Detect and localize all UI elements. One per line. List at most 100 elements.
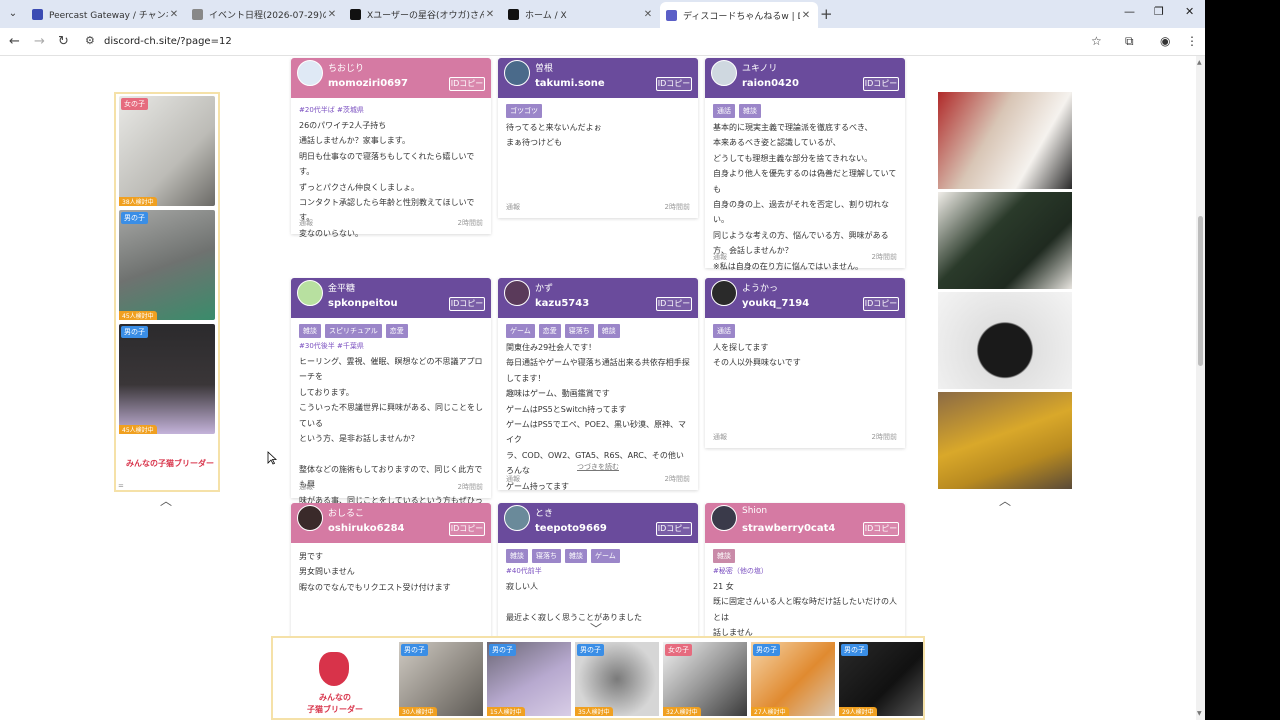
- tag[interactable]: スピリチュアル: [325, 324, 382, 338]
- tag[interactable]: 雑談: [565, 549, 587, 563]
- extensions-icon[interactable]: ⧉: [1125, 34, 1134, 49]
- report-link[interactable]: 通報: [299, 218, 313, 228]
- avatar[interactable]: [297, 280, 323, 306]
- close-icon[interactable]: ✕: [484, 9, 496, 20]
- report-link[interactable]: 通報: [506, 202, 520, 212]
- tag[interactable]: ゲーム: [591, 549, 620, 563]
- reload-icon[interactable]: ↻: [58, 34, 69, 49]
- ad-cat[interactable]: 男の子 15人検討中: [487, 642, 571, 716]
- ad-cat[interactable]: 男の子 27人検討中: [751, 642, 835, 716]
- left-ad-banner[interactable]: 女の子 38人検討中 男の子 45人検討中 男の子 45人検討中 みんなの子猫ブ…: [114, 92, 220, 492]
- report-link[interactable]: 通報: [713, 432, 727, 442]
- hashtags[interactable]: #秘密（他の塩）: [713, 565, 897, 577]
- maximize-icon[interactable]: ❐: [1154, 5, 1164, 18]
- tab-search-icon[interactable]: ⌄: [4, 5, 22, 23]
- product-photo[interactable]: [938, 192, 1072, 289]
- window-close-icon[interactable]: ✕: [1185, 5, 1194, 18]
- kebab-menu-icon[interactable]: ⋮: [1186, 34, 1198, 48]
- message-line: 趣味はゲーム、動画鑑賞です: [506, 389, 610, 399]
- profile-icon[interactable]: ◉: [1160, 34, 1170, 48]
- tag[interactable]: 通話: [713, 104, 735, 118]
- hashtags[interactable]: #30代後半 #千葉県: [299, 340, 483, 352]
- copy-id-button[interactable]: IDコピー: [656, 522, 692, 536]
- scroll-thumb[interactable]: [1198, 216, 1203, 366]
- tag[interactable]: 雑談: [506, 549, 528, 563]
- bottom-ad-banner[interactable]: みんなの 子猫ブリーダー 男の子 30人検討中 男の子 15人検討中 男の子 35人検…: [271, 636, 925, 720]
- tab-1[interactable]: イベント日程(2026-07-29)の編集 ✕: [186, 3, 344, 25]
- report-link[interactable]: 通報: [506, 474, 520, 484]
- avatar[interactable]: [504, 280, 530, 306]
- new-tab-plus-icon[interactable]: +: [820, 5, 833, 23]
- read-more-link[interactable]: つづきを読む: [498, 462, 698, 472]
- scroll-down-icon[interactable]: ▼: [1197, 710, 1202, 717]
- hashtags[interactable]: #20代半ば #茨城県: [299, 104, 483, 116]
- avatar[interactable]: [711, 280, 737, 306]
- card-header: とき teepoto9669 IDコピー: [498, 503, 698, 543]
- product-photo[interactable]: [938, 392, 1072, 489]
- tag[interactable]: 雑談: [713, 549, 735, 563]
- product-photo[interactable]: [938, 92, 1072, 189]
- tab-3[interactable]: ホーム / X ✕: [502, 3, 660, 25]
- expand-caret-icon[interactable]: ﹀: [590, 620, 602, 637]
- copy-id-button[interactable]: IDコピー: [656, 77, 692, 91]
- bookmark-star-icon[interactable]: ☆: [1091, 34, 1102, 48]
- url-field[interactable]: discord-ch.site/?page=12: [104, 36, 232, 47]
- tag[interactable]: ゴツゴツ: [506, 104, 542, 118]
- avatar[interactable]: [711, 505, 737, 531]
- message-line: [506, 594, 690, 609]
- view-badge: 32人検討中: [663, 707, 701, 716]
- copy-id-button[interactable]: IDコピー: [863, 77, 899, 91]
- scroll-up-icon[interactable]: ▲: [1197, 59, 1202, 66]
- tag[interactable]: 雑談: [299, 324, 321, 338]
- ad-cat-0[interactable]: 女の子 38人検討中: [119, 96, 215, 206]
- ad-cat[interactable]: 女の子 32人検討中: [663, 642, 747, 716]
- copy-id-button[interactable]: IDコピー: [449, 297, 485, 311]
- ad-cat[interactable]: 男の子 30人検討中: [399, 642, 483, 716]
- close-icon[interactable]: ✕: [642, 9, 654, 20]
- minimize-icon[interactable]: —: [1124, 5, 1135, 18]
- close-icon[interactable]: ✕: [168, 9, 180, 20]
- collapse-caret-icon[interactable]: ︿: [160, 492, 172, 509]
- report-link[interactable]: 通報: [713, 252, 727, 262]
- tab-4-active[interactable]: ディスコードちゃんねるw | Discord ✕: [660, 2, 818, 28]
- tag-list: 雑談: [713, 549, 897, 563]
- vertical-scrollbar[interactable]: ▲ ▼: [1196, 56, 1205, 720]
- tag[interactable]: 恋愛: [385, 324, 408, 338]
- tag[interactable]: 恋愛: [538, 324, 561, 338]
- report-link[interactable]: 通報: [299, 482, 313, 492]
- avatar[interactable]: [297, 505, 323, 531]
- copy-id-button[interactable]: IDコピー: [656, 297, 692, 311]
- back-arrow-icon[interactable]: ←: [9, 34, 20, 49]
- tag[interactable]: ゲーム: [506, 324, 535, 338]
- user-card: おしるこ oshiruko6284 IDコピー 男です 男女問いません 暇なのでなん…: [291, 503, 491, 643]
- card-body: ゴツゴツ 待ってると来ないんだよぉ まぁ待つけども: [498, 98, 698, 157]
- forward-arrow-icon[interactable]: →: [34, 34, 45, 49]
- tag[interactable]: 寝落ち: [532, 549, 561, 563]
- ad-cat-1[interactable]: 男の子 45人検討中: [119, 210, 215, 320]
- close-icon[interactable]: ✕: [800, 10, 812, 21]
- site-info-icon[interactable]: ⚙: [85, 34, 95, 47]
- avatar[interactable]: [711, 60, 737, 86]
- tag[interactable]: 寝落ち: [564, 324, 594, 338]
- ad-cat[interactable]: 男の子 29人検討中: [839, 642, 923, 716]
- hashtags[interactable]: #40代前半: [506, 565, 690, 577]
- collapse-caret-icon[interactable]: ︿: [999, 492, 1011, 509]
- copy-id-button[interactable]: IDコピー: [863, 297, 899, 311]
- copy-id-button[interactable]: IDコピー: [449, 77, 485, 91]
- tag[interactable]: 雑談: [597, 324, 620, 338]
- avatar[interactable]: [504, 505, 530, 531]
- close-icon[interactable]: ✕: [326, 9, 338, 20]
- ad-menu-icon[interactable]: =: [118, 482, 124, 490]
- tag[interactable]: 通話: [713, 324, 735, 338]
- product-photo[interactable]: [938, 292, 1072, 389]
- avatar[interactable]: [297, 60, 323, 86]
- tag[interactable]: 雑談: [739, 104, 761, 118]
- tab-0[interactable]: Peercast Gateway / チャンネル / ... ✕: [26, 3, 186, 25]
- avatar[interactable]: [504, 60, 530, 86]
- ad-cat-2[interactable]: 男の子 45人検討中: [119, 324, 215, 434]
- ad-cat[interactable]: 男の子 35人検討中: [575, 642, 659, 716]
- copy-id-button[interactable]: IDコピー: [449, 522, 485, 536]
- copy-id-button[interactable]: IDコピー: [863, 522, 899, 536]
- tab-2[interactable]: Xユーザーの星谷(オウガ)さん: /ピア ✕: [344, 3, 502, 25]
- right-ad-banner[interactable]: [938, 92, 1072, 492]
